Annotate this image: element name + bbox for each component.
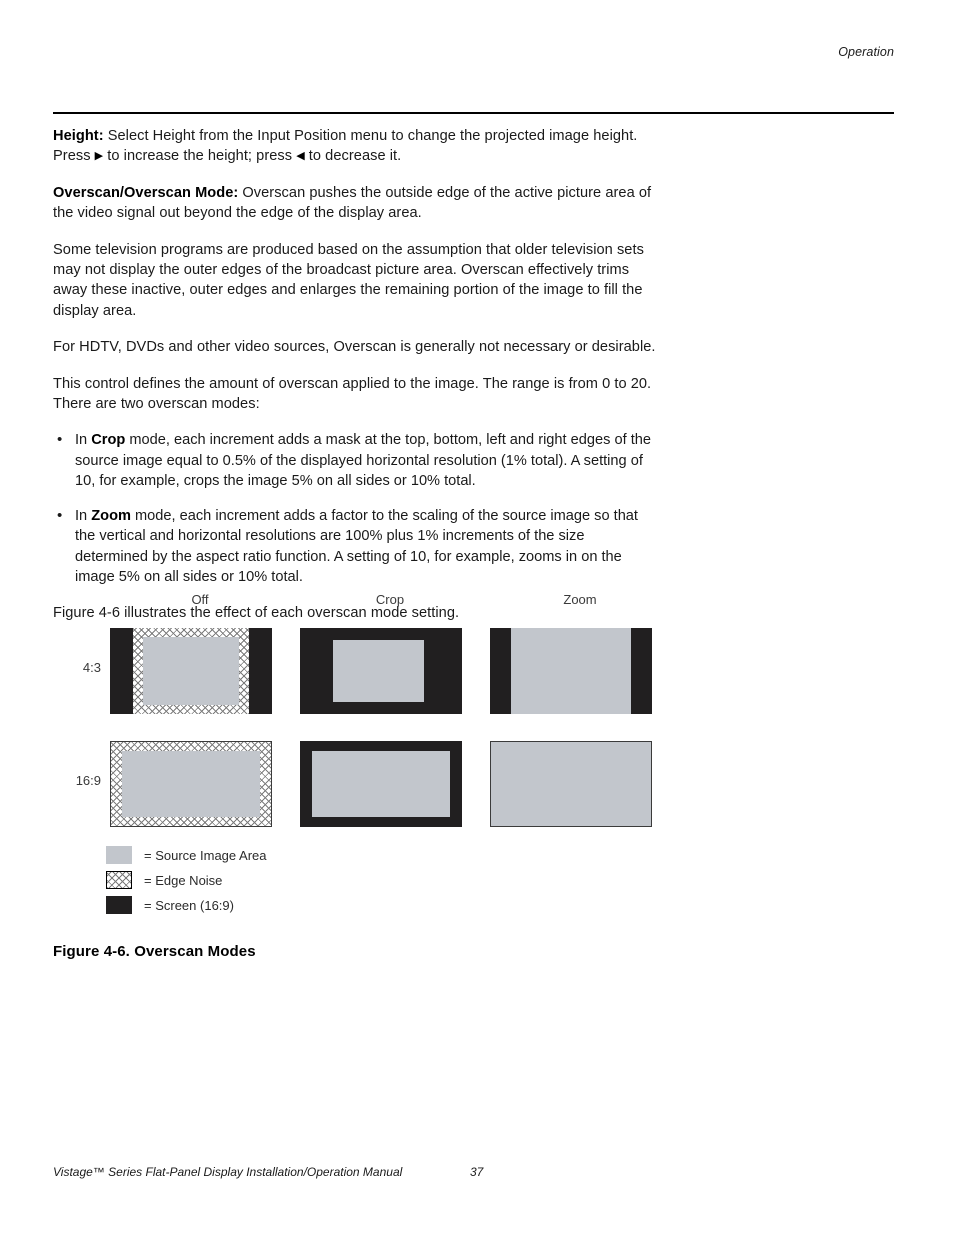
paragraph-overscan-range: This control defines the amount of overs… (53, 375, 652, 413)
edge-noise-swatch-icon (106, 871, 132, 889)
overscan-modes-figure: Off Crop Zoom 4:3 16:9 (53, 592, 673, 827)
legend-label: = Screen (16:9) (144, 897, 234, 913)
source-image-area (312, 751, 450, 817)
column-header-zoom: Zoom (563, 592, 597, 607)
bullet-term-crop: Crop (91, 432, 126, 449)
source-image-area (143, 637, 239, 705)
diagram-4-3-crop (300, 628, 462, 714)
source-image-area (490, 741, 652, 827)
source-image-area (511, 628, 631, 714)
height-term-label: Height: (53, 128, 104, 144)
left-arrow-icon: ◀ (296, 150, 305, 163)
source-image-swatch-icon (106, 846, 132, 864)
source-image-area (333, 640, 424, 702)
row-label-4-3: 4:3 (82, 660, 101, 675)
diagram-4-3-off (110, 628, 272, 714)
diagram-16-9-zoom (490, 741, 652, 827)
footer-page-number: 37 (470, 1165, 484, 1179)
bullet-term-zoom: Zoom (91, 507, 131, 524)
legend-label: = Edge Noise (144, 872, 223, 888)
list-item: • In Zoom mode, each increment adds a fac… (53, 506, 659, 588)
legend-item-screen: = Screen (16:9) (106, 893, 267, 917)
footer-manual-title: Vistage™ Series Flat-Panel Display Insta… (53, 1165, 403, 1179)
overscan-term-label: Overscan/Overscan Mode: (53, 184, 239, 201)
overscan-modes-list: • In Crop mode, each increment adds a mas… (53, 430, 659, 587)
column-header-off: Off (191, 592, 209, 607)
row-label-16-9: 16:9 (75, 773, 101, 788)
body-content: Height: Select Height from the Input Pos… (53, 126, 659, 624)
legend-item-source-image: = Source Image Area (106, 843, 267, 867)
legend-label: = Source Image Area (144, 847, 267, 863)
list-item: • In Crop mode, each increment adds a mas… (53, 430, 659, 491)
paragraph-overscan-definition: Overscan/Overscan Mode: Overscan pushes … (53, 183, 659, 224)
column-header-crop: Crop (375, 592, 405, 607)
figure-row-4-3: 4:3 (53, 628, 673, 714)
diagram-16-9-off (110, 741, 272, 827)
height-text-part-b: to increase the height; press (103, 148, 297, 165)
figure-caption: Figure 4-6. Overscan Modes (53, 943, 256, 960)
legend-item-edge-noise: = Edge Noise (106, 868, 267, 892)
diagram-4-3-zoom (490, 628, 652, 714)
paragraph-height: Height: Select Height from the Input Pos… (53, 126, 659, 167)
diagram-16-9-crop (300, 741, 462, 827)
figure-legend: = Source Image Area = Edge Noise = Scree… (106, 843, 267, 918)
bullet-marker-icon: • (57, 506, 63, 524)
header-divider-rule (53, 112, 894, 114)
bullet-text: mode, each increment adds a factor to th… (75, 507, 638, 585)
paragraph-television-programs: Some television programs are produced ba… (53, 241, 644, 319)
figure-row-16-9: 16:9 (53, 741, 673, 827)
bullet-prefix: In (75, 507, 92, 524)
document-page: Operation Height: Select Height from the… (0, 0, 954, 1235)
right-arrow-icon: ▶ (94, 150, 104, 163)
source-image-area (122, 751, 260, 817)
bullet-prefix: In (75, 432, 92, 449)
bullet-marker-icon: • (57, 431, 63, 449)
height-text-part-c: to decrease it. (304, 148, 402, 165)
bullet-text: mode, each increment adds a mask at the … (75, 432, 651, 490)
paragraph-hdtv-sources: For HDTV, DVDs and other video sources, … (53, 339, 656, 356)
figure-column-headers: Off Crop Zoom (53, 592, 673, 614)
running-header-section-title: Operation (838, 45, 894, 59)
screen-swatch-icon (106, 896, 132, 914)
